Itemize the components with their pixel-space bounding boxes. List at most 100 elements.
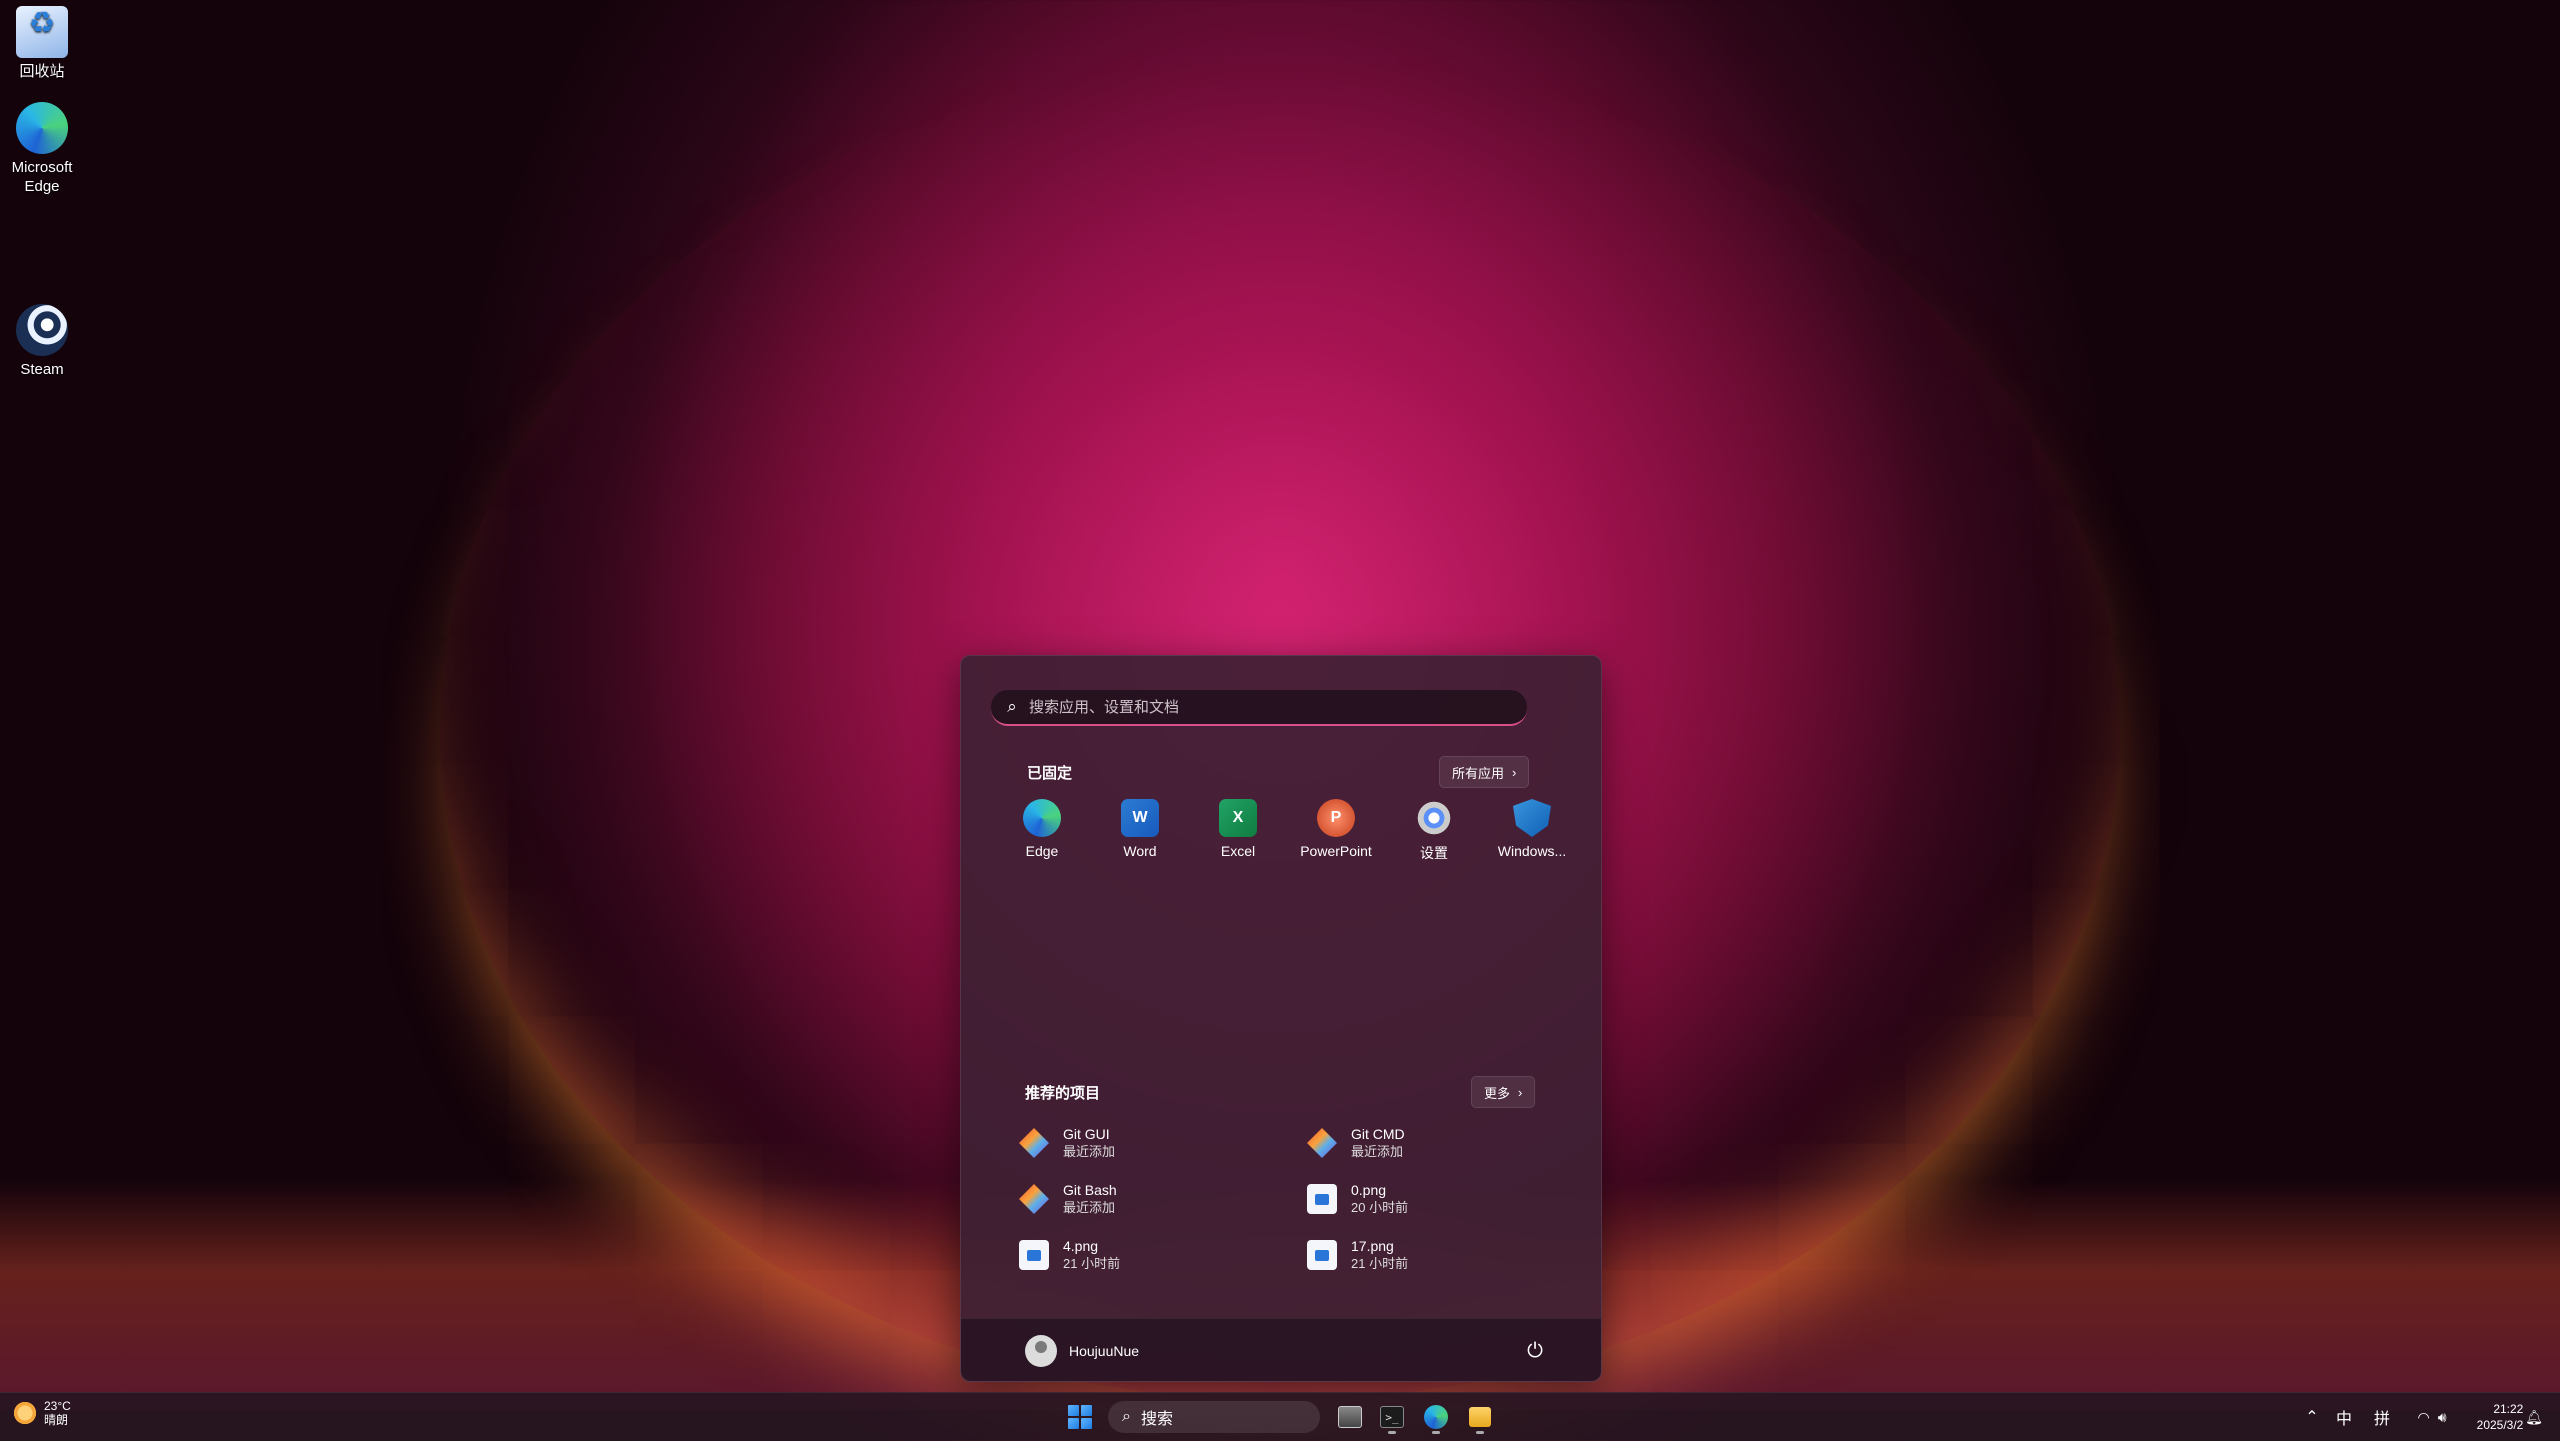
bell-icon: 🔔︎	[2525, 1408, 2543, 1425]
search-icon: ⌕	[1122, 1408, 1131, 1425]
running-indicator	[1476, 1431, 1484, 1434]
desktop-icon-label: Steam	[20, 361, 64, 378]
recommended-item-name: Git Bash	[1063, 1182, 1117, 1198]
taskbar: 23°C 晴朗 ⌕ 搜索 >_ ⌃ 中 拼 ◠ 🔊︎ 21:22 2025/3/…	[0, 1392, 2560, 1441]
clock-date: 2025/3/2	[2476, 1418, 2524, 1432]
all-apps-label: 所有应用	[1452, 765, 1505, 781]
recommended-item-sub: 20 小时前	[1351, 1200, 1409, 1215]
git-icon	[1307, 1128, 1337, 1158]
edge-icon	[16, 102, 68, 154]
pinned-app-label: Excel	[1220, 843, 1256, 859]
all-apps-button[interactable]: 所有应用 ›	[1439, 756, 1530, 788]
start-search-input[interactable]	[1027, 697, 1471, 717]
pinned-app-powerpoint[interactable]: P PowerPoint	[1295, 791, 1377, 871]
running-indicator	[1388, 1431, 1396, 1434]
folder-icon	[1469, 1407, 1491, 1427]
taskbar-search-box[interactable]: ⌕ 搜索	[1108, 1401, 1320, 1433]
recommended-item-17-png[interactable]: 17.png 21 小时前	[1293, 1228, 1573, 1282]
notification-button[interactable]: 🔔︎	[2520, 1399, 2548, 1435]
pinned-section-title: 已固定	[1027, 765, 1073, 782]
settings-icon	[1415, 799, 1453, 837]
recommended-item-sub: 最近添加	[1063, 1200, 1116, 1215]
git-icon	[1019, 1128, 1049, 1158]
desktop-icon-steam[interactable]: Steam	[0, 298, 84, 379]
ime-lang-label: 中	[2335, 1411, 2352, 1428]
pinned-app-edge[interactable]: Edge	[1001, 791, 1083, 871]
excel-icon: X	[1219, 799, 1257, 837]
user-account-button[interactable]: HoujuuNue	[1025, 1335, 1139, 1367]
word-icon: W	[1121, 799, 1159, 837]
desktop-icon-recycle-bin[interactable]: 回收站	[0, 0, 84, 81]
recommended-item-4-png[interactable]: 4.png 21 小时前	[1005, 1228, 1285, 1282]
desktop-icon-label: 回收站	[19, 63, 65, 80]
pinned-apps-grid: Edge W Word X Excel P PowerPoint 设置 Wind…	[1001, 791, 1573, 871]
user-name: HoujuuNue	[1069, 1343, 1140, 1359]
wifi-icon: ◠	[2417, 1408, 2430, 1425]
desktop-icon-microsoft-edge[interactable]: Microsoft Edge	[0, 96, 84, 196]
pinned-app-windows-security[interactable]: Windows...	[1491, 791, 1573, 871]
image-file-icon	[1307, 1240, 1337, 1270]
windows-logo-icon	[1068, 1405, 1092, 1429]
taskbar-terminal-button[interactable]: >_	[1372, 1399, 1412, 1435]
recommended-item-sub: 最近添加	[1351, 1144, 1404, 1159]
pinned-app-settings[interactable]: 设置	[1393, 791, 1475, 871]
recommended-item-git-cmd[interactable]: Git CMD 最近添加	[1293, 1116, 1573, 1170]
edge-icon	[1424, 1405, 1448, 1429]
pinned-app-word[interactable]: W Word	[1099, 791, 1181, 871]
recommended-item-sub: 21 小时前	[1063, 1256, 1121, 1271]
start-menu: ⌕ 已固定 所有应用 › Edge W Word X Excel P Power…	[960, 655, 1602, 1382]
pinned-app-label: PowerPoint	[1300, 843, 1372, 859]
chevron-right-icon: ›	[1512, 764, 1517, 780]
ime-mode-label: 拼	[2373, 1411, 2390, 1428]
taskbar-search-label: 搜索	[1140, 1411, 1173, 1428]
git-icon	[1019, 1184, 1049, 1214]
more-label: 更多	[1484, 1085, 1511, 1101]
pinned-app-label: Windows...	[1497, 843, 1567, 859]
network-volume-button[interactable]: ◠ 🔊︎	[2404, 1399, 2460, 1435]
recommended-item-0-png[interactable]: 0.png 20 小时前	[1293, 1172, 1573, 1226]
powerpoint-icon: P	[1317, 799, 1355, 837]
pinned-app-label: 设置	[1420, 845, 1448, 861]
ime-language-indicator[interactable]: 中	[2330, 1399, 2358, 1435]
search-icon: ⌕	[1007, 697, 1017, 716]
edge-icon	[1023, 799, 1061, 837]
power-icon: ⏻	[1527, 1339, 1543, 1362]
recommended-item-name: Git GUI	[1063, 1126, 1110, 1142]
chevron-right-icon: ›	[1518, 1084, 1523, 1100]
avatar	[1025, 1335, 1057, 1367]
pinned-app-excel[interactable]: X Excel	[1197, 791, 1279, 871]
taskbar-file-explorer-button[interactable]	[1460, 1399, 1500, 1435]
power-button[interactable]: ⏻	[1519, 1335, 1551, 1367]
ime-mode-indicator[interactable]: 拼	[2364, 1399, 2400, 1435]
image-file-icon	[1019, 1240, 1049, 1270]
task-view-icon	[1338, 1406, 1362, 1428]
desktop-icon-label: Microsoft Edge	[11, 159, 73, 195]
more-button[interactable]: 更多 ›	[1471, 1076, 1536, 1108]
start-button[interactable]	[1060, 1399, 1100, 1435]
start-search-bar[interactable]: ⌕	[991, 690, 1527, 726]
start-menu-footer: HoujuuNue ⏻	[961, 1318, 1601, 1381]
recommended-item-name: 0.png	[1351, 1182, 1387, 1198]
recommended-item-git-gui[interactable]: Git GUI 最近添加	[1005, 1116, 1285, 1170]
pinned-app-label: Word	[1123, 843, 1157, 859]
recommended-item-sub: 21 小时前	[1351, 1256, 1409, 1271]
weather-widget[interactable]: 23°C 晴朗	[12, 1399, 71, 1427]
recommended-item-name: 4.png	[1063, 1238, 1099, 1254]
recommended-item-git-bash[interactable]: Git Bash 最近添加	[1005, 1172, 1285, 1226]
taskbar-edge-button[interactable]	[1416, 1399, 1456, 1435]
volume-icon: 🔊︎	[2437, 1408, 2447, 1425]
recommended-item-sub: 最近添加	[1063, 1144, 1116, 1159]
weather-temp: 23°C	[44, 1399, 71, 1413]
image-file-icon	[1307, 1184, 1337, 1214]
recycle-bin-icon	[16, 6, 68, 58]
windows-security-icon	[1513, 799, 1551, 837]
running-indicator	[1432, 1431, 1440, 1434]
taskbar-task-view-button[interactable]	[1330, 1399, 1370, 1435]
recommended-item-name: 17.png	[1351, 1238, 1394, 1254]
recommended-item-name: Git CMD	[1351, 1126, 1405, 1142]
clock-time: 21:22	[2493, 1402, 2524, 1416]
show-hidden-icons-button[interactable]: ⌃	[2296, 1399, 2328, 1435]
steam-icon	[16, 304, 68, 356]
weather-sun-icon	[12, 1400, 38, 1426]
recommended-section-title: 推荐的项目	[1025, 1085, 1101, 1102]
